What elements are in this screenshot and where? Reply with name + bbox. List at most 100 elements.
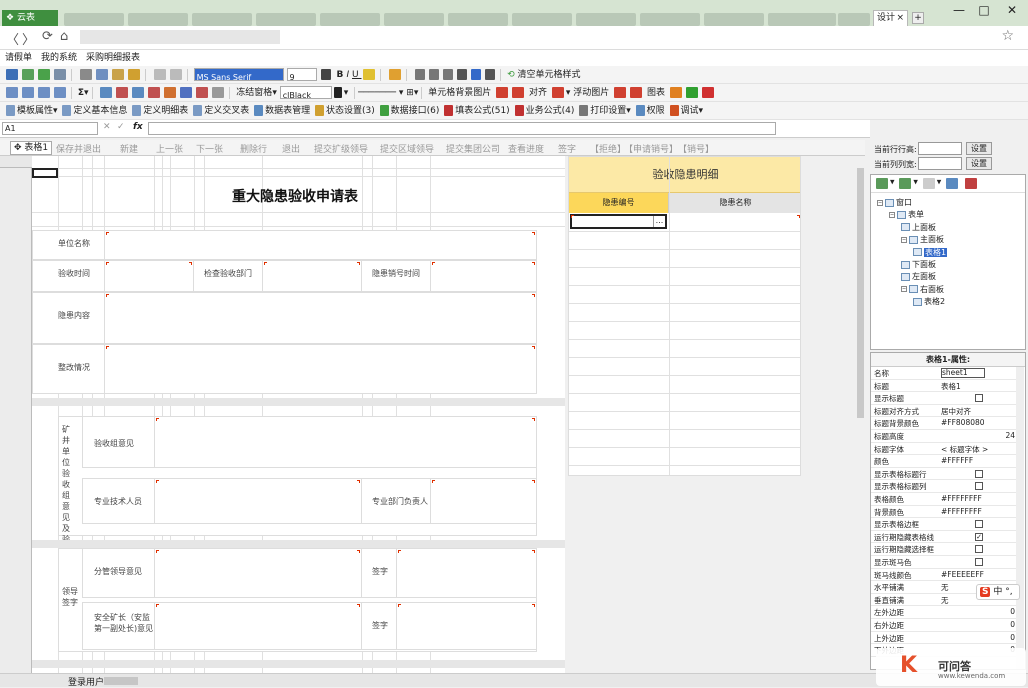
font-grow-icon[interactable] bbox=[321, 69, 332, 80]
browser-tab[interactable] bbox=[768, 13, 836, 26]
maximize-button[interactable]: □ bbox=[970, 0, 998, 20]
property-value[interactable]: 无 bbox=[941, 582, 949, 593]
print-icon[interactable] bbox=[54, 69, 66, 80]
tree-toggle-icon[interactable]: − bbox=[889, 211, 895, 218]
tree-node[interactable]: − 窗口 bbox=[877, 197, 912, 208]
redo-icon[interactable] bbox=[169, 69, 182, 80]
debug-button[interactable]: 调试 bbox=[681, 106, 699, 116]
input-hazard-content[interactable] bbox=[104, 292, 537, 344]
property-value[interactable]: #FF808080 bbox=[941, 418, 985, 427]
align-button[interactable]: 对齐 bbox=[529, 88, 547, 98]
copy-icon[interactable] bbox=[95, 69, 108, 80]
browser-tab[interactable] bbox=[512, 13, 572, 26]
delete-col-icon[interactable] bbox=[148, 87, 161, 98]
input-tech-staff[interactable] bbox=[154, 478, 362, 524]
lock-cell-icon[interactable] bbox=[180, 87, 193, 98]
cross-table-button[interactable]: 定义交叉表 bbox=[204, 106, 249, 116]
action-delete-row[interactable]: 删除行 bbox=[240, 142, 267, 155]
float-image-icon[interactable] bbox=[614, 87, 627, 98]
minimize-button[interactable]: — bbox=[945, 0, 973, 20]
indent-icon[interactable] bbox=[485, 69, 496, 80]
font-size-select[interactable]: 9 bbox=[286, 68, 317, 82]
tree-toggle-icon[interactable]: − bbox=[877, 199, 883, 206]
action-progress[interactable]: 查看进度 bbox=[508, 142, 544, 155]
sheet-tab-current[interactable]: ✥ 表格1 bbox=[10, 141, 53, 155]
property-row[interactable]: 标题背景颜色 #FF808080 bbox=[871, 417, 1017, 430]
cell-ref-input[interactable]: A1 bbox=[2, 122, 98, 135]
data-interface-button[interactable]: 数据接口(6) bbox=[391, 106, 440, 116]
browser-tab[interactable] bbox=[838, 13, 870, 26]
print-setting-button[interactable]: 打印设置 bbox=[590, 106, 626, 116]
confirm-icon[interactable]: ✓ bbox=[117, 122, 125, 132]
property-checkbox[interactable] bbox=[975, 482, 983, 491]
line-style-select[interactable]: ─────── ▾ bbox=[358, 88, 403, 98]
refresh-icon[interactable]: ⟳ bbox=[42, 29, 53, 44]
property-row[interactable]: 标题字体 < 标题字体 > bbox=[871, 443, 1017, 456]
property-row[interactable]: 颜色 #FFFFFF bbox=[871, 455, 1017, 468]
float-image-button[interactable]: 浮动图片 bbox=[573, 88, 609, 98]
property-checkbox[interactable] bbox=[975, 469, 983, 478]
align-left-icon[interactable] bbox=[415, 69, 426, 80]
property-checkbox[interactable]: ✓ bbox=[975, 532, 983, 541]
action-submit-level[interactable]: 提交扩级领导 bbox=[314, 142, 368, 155]
property-checkbox[interactable] bbox=[975, 520, 983, 529]
tree-node[interactable]: 表格2 bbox=[913, 296, 945, 307]
format-painter-icon[interactable] bbox=[127, 69, 140, 80]
insert-col-icon[interactable] bbox=[132, 87, 145, 98]
property-row[interactable]: 显示表格标题列 bbox=[871, 480, 1017, 493]
action-next[interactable]: 下一张 bbox=[196, 142, 223, 155]
wrap-icon[interactable] bbox=[212, 87, 225, 98]
property-row[interactable]: 背景颜色 #FFFFFFFF bbox=[871, 506, 1017, 519]
property-row[interactable]: 标题高度 24 bbox=[871, 430, 1017, 443]
cell-bg-image-button[interactable]: 单元格背景图片 bbox=[428, 88, 491, 98]
formula-input[interactable] bbox=[148, 122, 776, 135]
clear-style-button[interactable]: 清空单元格样式 bbox=[518, 70, 581, 80]
sum-icon[interactable]: Σ▾ bbox=[78, 88, 89, 98]
action-submit-group[interactable]: 提交集团公司 bbox=[446, 142, 500, 155]
property-row[interactable]: 表格颜色 #FFFFFFFF bbox=[871, 493, 1017, 506]
property-checkbox[interactable] bbox=[975, 394, 983, 403]
address-bar[interactable] bbox=[80, 30, 280, 44]
selected-cell-a1[interactable] bbox=[32, 168, 58, 178]
input-safety-opinion[interactable] bbox=[154, 602, 362, 650]
delete-row-icon[interactable] bbox=[116, 87, 129, 98]
property-value[interactable]: 居中对齐 bbox=[941, 406, 971, 417]
save-as-icon[interactable] bbox=[22, 69, 34, 80]
ellipsis-button[interactable]: ... bbox=[653, 216, 665, 227]
property-value[interactable]: 0 bbox=[1010, 607, 1015, 616]
fx-icon[interactable]: fx bbox=[133, 122, 143, 132]
input-accept-time[interactable] bbox=[104, 260, 194, 292]
property-row[interactable]: 显示斑马色 bbox=[871, 556, 1017, 569]
color-swatch-icon[interactable] bbox=[333, 87, 342, 98]
scroll-thumb[interactable] bbox=[857, 168, 864, 418]
property-value[interactable]: 24 bbox=[1005, 431, 1015, 440]
tree-node[interactable]: 表格1 bbox=[913, 247, 948, 258]
property-row[interactable]: 右外边距 0 bbox=[871, 619, 1017, 632]
browser-tab[interactable] bbox=[640, 13, 700, 26]
bold-icon[interactable]: B bbox=[333, 70, 346, 80]
input-sign1[interactable] bbox=[396, 548, 537, 598]
property-checkbox[interactable] bbox=[975, 545, 983, 554]
brand-tab[interactable]: ❖ 云表 bbox=[2, 10, 58, 26]
property-value[interactable]: sheet1 bbox=[941, 368, 985, 378]
table-manage-button[interactable]: 数据表管理 bbox=[265, 106, 310, 116]
line-chart-icon[interactable] bbox=[685, 87, 698, 98]
set-row-height-button[interactable]: 设置 bbox=[966, 142, 992, 155]
browser-tab[interactable] bbox=[576, 13, 636, 26]
tree-toggle-icon[interactable]: − bbox=[901, 286, 907, 293]
tab-close-icon[interactable]: × bbox=[896, 11, 904, 26]
input-check-dept[interactable] bbox=[262, 260, 362, 292]
property-row[interactable]: 标题 表格1 bbox=[871, 380, 1017, 393]
image-icon[interactable] bbox=[196, 87, 209, 98]
save-icon[interactable] bbox=[6, 69, 18, 80]
status-setting-button[interactable]: 状态设置(3) bbox=[326, 106, 375, 116]
property-row[interactable]: 左外边距 0 bbox=[871, 606, 1017, 619]
input-unit-name[interactable] bbox=[104, 230, 537, 260]
property-value[interactable]: #FFFFFFFF bbox=[941, 507, 982, 516]
tree-node[interactable]: 上面板 bbox=[901, 222, 936, 233]
row-height-input[interactable] bbox=[918, 142, 962, 155]
action-apply-cancel[interactable]: 【申请销号】 bbox=[624, 142, 678, 155]
input-rectify[interactable] bbox=[104, 344, 537, 394]
property-value[interactable]: 0 bbox=[1010, 620, 1015, 629]
font-name-select[interactable]: MS Sans Serif bbox=[193, 68, 284, 82]
